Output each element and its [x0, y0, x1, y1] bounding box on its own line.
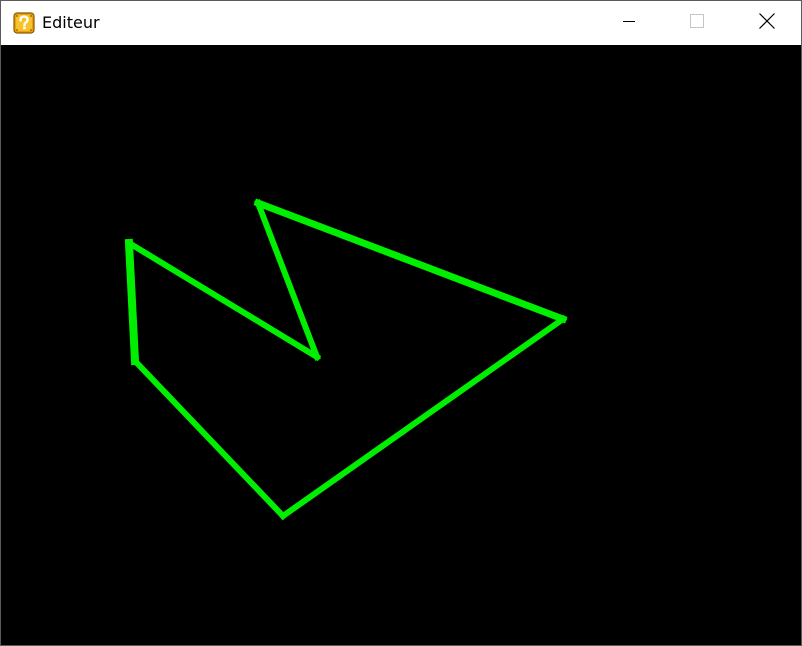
minimize-icon — [621, 13, 637, 33]
window-title: Editeur — [42, 13, 100, 32]
maximize-button[interactable] — [663, 1, 731, 45]
editor-window: Editeur — [0, 0, 802, 646]
drawing-surface — [124, 198, 568, 521]
question-block-icon — [13, 12, 35, 34]
shape-edge — [278, 314, 568, 521]
shape-edge — [253, 198, 568, 324]
title-bar[interactable]: Editeur — [1, 1, 801, 45]
shape-edge — [124, 238, 140, 366]
close-icon — [758, 12, 776, 34]
maximize-icon — [689, 13, 705, 33]
shape-edge — [130, 356, 288, 521]
shape-edge — [254, 199, 321, 361]
close-button[interactable] — [733, 1, 801, 45]
minimize-button[interactable] — [595, 1, 663, 45]
shape-edge — [124, 238, 322, 362]
drawing-canvas[interactable] — [1, 45, 801, 645]
